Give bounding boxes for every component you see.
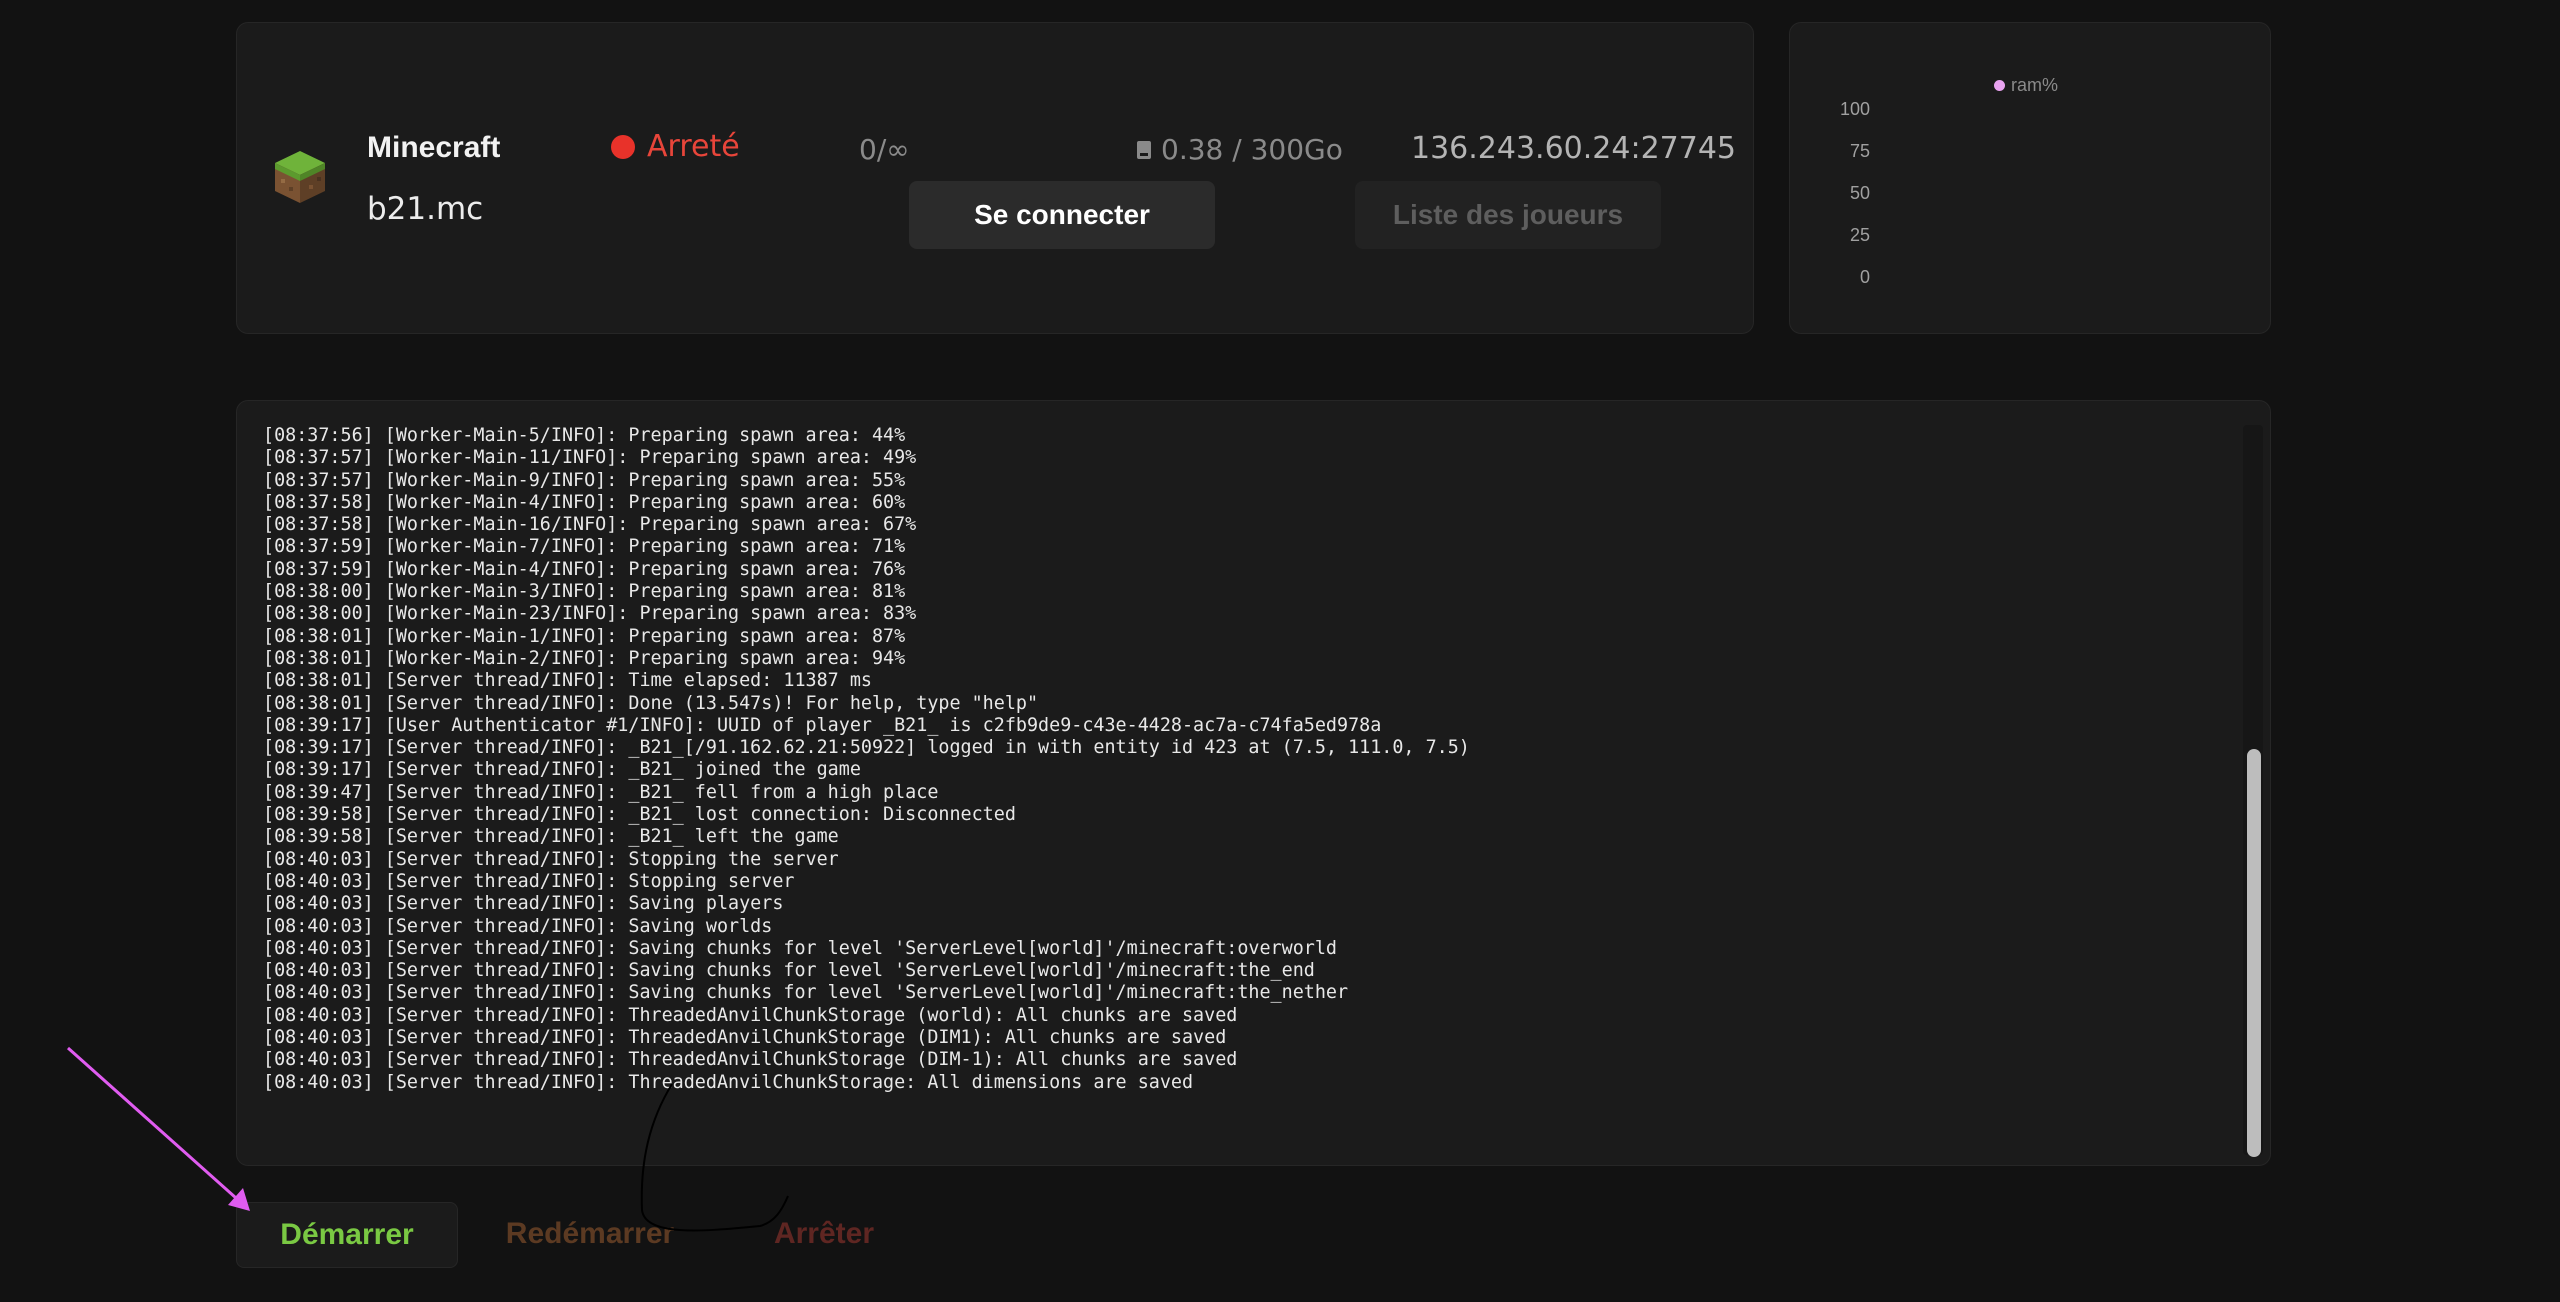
annotation-overlay	[67, 1046, 789, 1232]
arrow-pointer-icon	[67, 1046, 250, 1211]
scribble-stroke	[640, 1083, 789, 1232]
